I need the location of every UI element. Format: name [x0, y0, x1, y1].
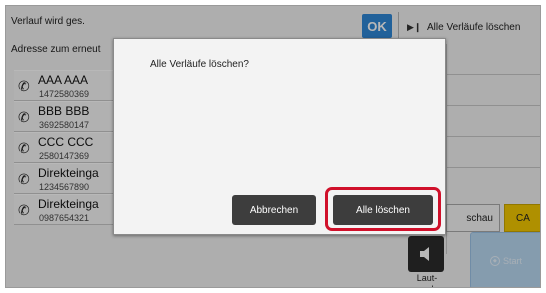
delete-all-button[interactable]: Alle löschen: [333, 195, 433, 225]
cancel-button[interactable]: Abbrechen: [232, 195, 316, 225]
confirm-dialog: Alle Verläufe löschen? Abbrechen Alle lö…: [113, 38, 446, 235]
fax-screen: Verlauf wird ges. OK ▶❙ Alle Verläufe lö…: [5, 5, 541, 288]
dialog-message: Alle Verläufe löschen?: [150, 59, 249, 70]
